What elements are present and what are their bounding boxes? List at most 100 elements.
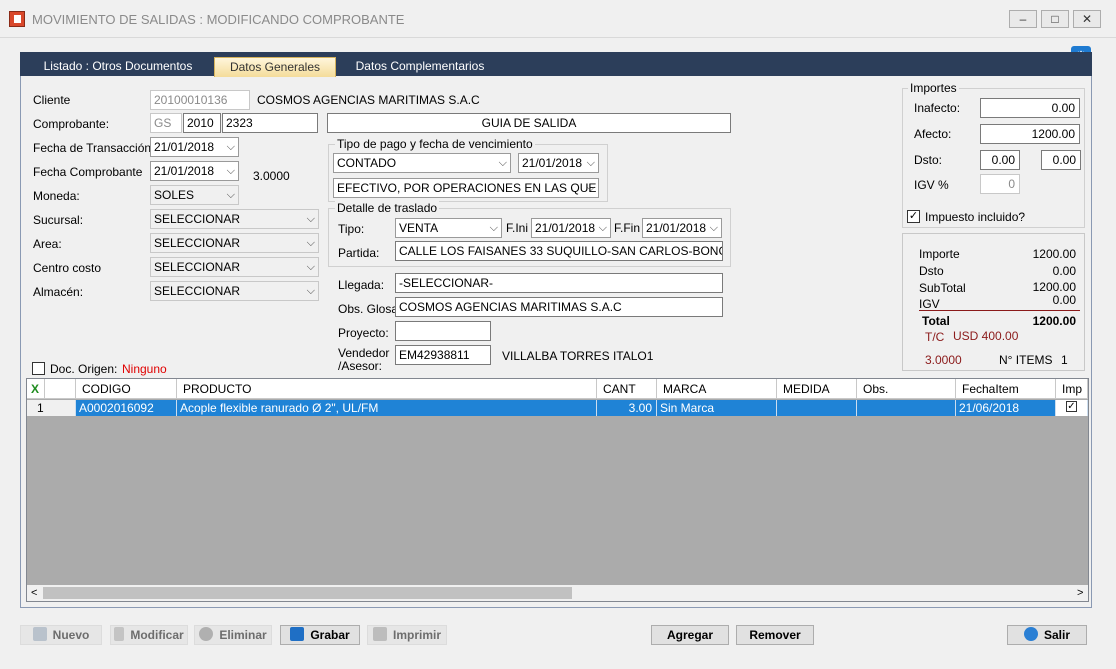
imprimir-button[interactable]: Imprimir <box>367 625 447 645</box>
igv-label: IGV % <box>914 178 949 192</box>
pago-tipo-value: CONTADO <box>337 156 397 170</box>
centro-costo-label: Centro costo <box>33 261 102 275</box>
moneda-select[interactable]: SOLES ⌵ <box>150 185 239 205</box>
modificar-button[interactable]: Modificar <box>110 625 188 645</box>
glosa-field[interactable]: COSMOS AGENCIAS MARITIMAS S.A.C <box>395 297 723 317</box>
pago-tipo-select[interactable]: CONTADO ⌵ <box>333 153 511 173</box>
grid-cell-codigo[interactable]: A0002016092 <box>76 400 177 416</box>
sucursal-select[interactable]: SELECCIONAR ⌵ <box>150 209 319 229</box>
llegada-field[interactable]: -SELECCIONAR- <box>395 273 723 293</box>
dsto2-field[interactable]: 0.00 <box>1041 150 1081 170</box>
grid-cell-marca[interactable]: Sin Marca <box>657 400 777 416</box>
chevron-down-icon: ⌵ <box>226 189 235 201</box>
fini-picker[interactable]: 21/01/2018 ⌵ <box>531 218 611 238</box>
grid-header-fechaitem[interactable]: FechaItem <box>956 379 1056 399</box>
glosa-label: Obs. Glosa: <box>338 302 402 316</box>
grid-cell-fecha[interactable]: 21/06/2018 <box>956 400 1056 416</box>
centro-costo-select[interactable]: SELECCIONAR ⌵ <box>150 257 319 277</box>
chevron-down-icon: ⌵ <box>226 165 235 177</box>
tipo-select[interactable]: VENTA ⌵ <box>395 218 502 238</box>
grid-rownum-header <box>45 379 76 399</box>
grid-cell-producto[interactable]: Acople flexible ranurado Ø 2", UL/FM <box>177 400 597 416</box>
fecha-transaccion-value: 21/01/2018 <box>154 140 215 154</box>
impuesto-label: Impuesto incluido? <box>925 210 1026 224</box>
tab-datos-generales[interactable]: Datos Generales <box>214 57 336 77</box>
area-label: Area: <box>33 237 62 251</box>
pago-medio-select[interactable]: EFECTIVO, POR OPERACIONES EN LAS QUE NO ⌵ <box>333 178 599 198</box>
afecto-field[interactable]: 1200.00 <box>980 124 1080 144</box>
comprobante-desc-field: GUIA DE SALIDA <box>327 113 731 133</box>
grid-header-cant[interactable]: CANT <box>597 379 657 399</box>
grid-imp-checkbox[interactable]: ✓ <box>1066 401 1077 412</box>
chevron-down-icon: ⌵ <box>586 157 595 169</box>
igv-field[interactable]: 0 <box>980 174 1020 194</box>
comprobante-numero-field[interactable]: 2323 <box>222 113 318 133</box>
grabar-button[interactable]: Grabar <box>280 625 360 645</box>
pago-fecha-picker[interactable]: 21/01/2018 ⌵ <box>518 153 599 173</box>
close-button[interactable]: ✕ <box>1073 10 1101 28</box>
moneda-label: Moneda: <box>33 189 80 203</box>
summary-igv-value: 0.00 <box>1052 293 1076 307</box>
window-title: MOVIMIENTO DE SALIDAS : MODIFICANDO COMP… <box>32 12 405 27</box>
summary-dsto-value: 0.00 <box>1052 264 1076 278</box>
grid-header-obs[interactable]: Obs. <box>857 379 956 399</box>
remover-button[interactable]: Remover <box>736 625 814 645</box>
comprobante-tipo-field[interactable]: GS <box>150 113 182 133</box>
ffin-picker[interactable]: 21/01/2018 ⌵ <box>642 218 722 238</box>
imprimir-label: Imprimir <box>392 628 441 642</box>
grid-header-imp[interactable]: Imp <box>1056 379 1088 399</box>
doc-origen-checkbox[interactable] <box>32 362 45 375</box>
salir-button[interactable]: Salir <box>1007 625 1087 645</box>
scroll-thumb[interactable] <box>43 587 572 599</box>
grid-header-medida[interactable]: MEDIDA <box>777 379 857 399</box>
tab-datos-complementarios[interactable]: Datos Complementarios <box>347 57 493 77</box>
chevron-down-icon: ⌵ <box>226 141 235 153</box>
grid-cell-cant[interactable]: 3.00 <box>597 400 657 416</box>
agregar-button[interactable]: Agregar <box>651 625 729 645</box>
impuesto-checkbox[interactable]: ✓ <box>907 210 920 223</box>
save-check-icon <box>290 627 305 641</box>
proyecto-field[interactable] <box>395 321 491 341</box>
summary-subtotal-value: 1200.00 <box>1032 280 1076 294</box>
partida-field[interactable]: CALLE LOS FAISANES 33 SUQUILLO-SAN CARLO… <box>395 241 723 261</box>
grid-header-producto[interactable]: PRODUCTO <box>177 379 597 399</box>
chevron-down-icon: ⌵ <box>306 213 315 225</box>
grid-cell-imp[interactable]: ✓ <box>1056 400 1088 416</box>
grid-header-marca[interactable]: MARCA <box>657 379 777 399</box>
grid-row-number[interactable]: 1 <box>27 400 76 416</box>
fecha-transaccion-picker[interactable]: 21/01/2018 ⌵ <box>150 137 239 157</box>
inafecto-field[interactable]: 0.00 <box>980 98 1080 118</box>
delete-icon <box>199 627 214 641</box>
fecha-comprobante-value: 21/01/2018 <box>154 164 215 178</box>
minimize-button[interactable]: – <box>1009 10 1037 28</box>
maximize-button[interactable]: □ <box>1041 10 1069 28</box>
tab-listado[interactable]: Listado : Otros Documentos <box>36 57 200 77</box>
summary-divider <box>919 310 1080 311</box>
fini-label: F.Ini <box>506 221 529 235</box>
fecha-comprobante-label: Fecha Comprobante <box>33 165 143 179</box>
chevron-down-icon: ⌵ <box>489 222 498 234</box>
grid-header-codigo[interactable]: CODIGO <box>76 379 177 399</box>
nuevo-button[interactable]: Nuevo <box>20 625 102 645</box>
scroll-left-icon[interactable]: < <box>31 587 37 599</box>
grid-cell-medida[interactable] <box>777 400 857 416</box>
summary-dsto-label: Dsto <box>919 264 944 278</box>
importes-group-title: Importes <box>908 81 959 95</box>
print-icon <box>372 627 387 641</box>
cliente-code-field[interactable]: 20100010136 <box>150 90 250 110</box>
chevron-down-icon: ⌵ <box>586 182 595 194</box>
fecha-comprobante-picker[interactable]: 21/01/2018 ⌵ <box>150 161 239 181</box>
chevron-down-icon: ⌵ <box>306 237 315 249</box>
scroll-right-icon[interactable]: > <box>1077 587 1083 599</box>
app-icon <box>9 11 25 27</box>
vendedor-label: Vendedor <box>338 346 390 360</box>
comprobante-serie-field[interactable]: 2010 <box>183 113 221 133</box>
dsto1-field[interactable]: 0.00 <box>980 150 1020 170</box>
grid-cell-obs[interactable] <box>857 400 956 416</box>
eliminar-button[interactable]: Eliminar <box>194 625 272 645</box>
vendedor-code-field[interactable]: EM42938811 <box>395 345 491 365</box>
fecha-transaccion-label: Fecha de Transacción <box>33 141 152 155</box>
almacen-select[interactable]: SELECCIONAR ⌵ <box>150 281 319 301</box>
grid-select-all-icon[interactable]: X <box>27 379 45 399</box>
area-select[interactable]: SELECCIONAR ⌵ <box>150 233 319 253</box>
